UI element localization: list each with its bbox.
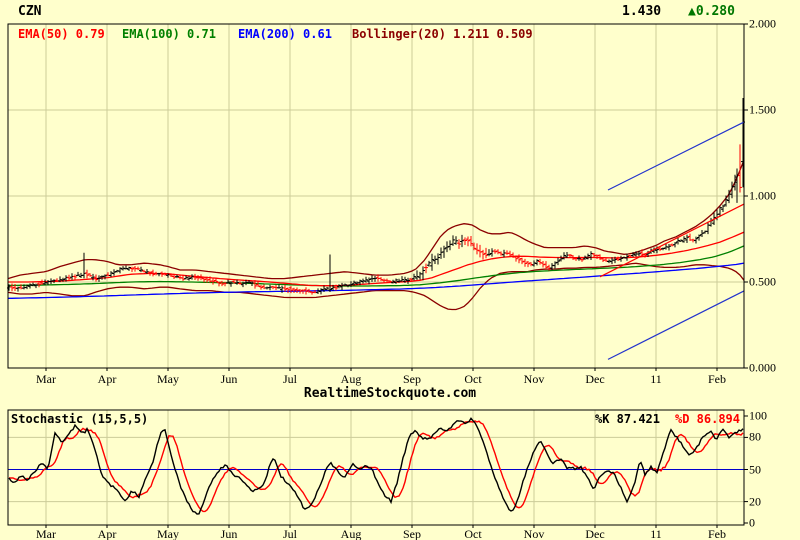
- x-axis-label-month: Mar: [36, 372, 56, 386]
- stoch-y-axis-label: 80: [749, 429, 761, 444]
- y-axis-label-price: 1.000: [749, 188, 776, 203]
- stoch-x-axis-label-month: Sep: [403, 527, 421, 540]
- x-axis-label-month: Sep: [403, 372, 421, 386]
- x-axis-label-month: Jun: [220, 372, 238, 386]
- y-axis-label-price: 1.500: [749, 102, 776, 117]
- y-axis-label-price: 2.000: [749, 16, 776, 31]
- ema100-line: [8, 245, 745, 287]
- stoch-x-axis-label-month: 11: [650, 527, 662, 540]
- stochastic-k-value: %K 87.421: [594, 412, 660, 426]
- ema200-line: [8, 262, 745, 299]
- stock-chart-page: CZN 1.430 ▲0.280 EMA(50) 0.79 EMA(100) 0…: [0, 0, 800, 540]
- stoch-x-axis-label-month: Oct: [464, 527, 482, 540]
- legend-bollinger: Bollinger(20) 1.211 0.509: [352, 27, 533, 41]
- stoch-x-axis-label-month: Dec: [585, 527, 605, 540]
- y-axis-label-price: 0.000: [749, 360, 776, 375]
- stoch-x-axis-label-month: Aug: [340, 527, 362, 540]
- x-axis-label-month: Apr: [97, 372, 117, 386]
- ticker-symbol: CZN: [18, 4, 42, 19]
- watermark: RealtimeStockquote.com: [303, 386, 477, 401]
- y-axis-label-price: 0.500: [749, 274, 776, 289]
- x-axis-label-month: 11: [650, 372, 662, 386]
- stoch-y-axis-label: 100: [749, 408, 767, 423]
- stochastic-d-value: %D 86.894: [674, 412, 740, 426]
- stoch-y-axis-label: 20: [749, 494, 761, 509]
- x-axis-label-month: Dec: [585, 372, 605, 386]
- x-axis-label-month: Aug: [340, 372, 362, 386]
- legend-ema200: EMA(200) 0.61: [238, 27, 332, 41]
- legend-ema100: EMA(100) 0.71: [122, 27, 216, 41]
- stoch-x-axis-label-month: Nov: [523, 527, 545, 540]
- x-axis-label-month: Jul: [282, 372, 298, 386]
- price-change: ▲0.280: [688, 4, 735, 19]
- stochastic-k-line: [8, 417, 744, 515]
- stoch-y-axis-label: 50: [749, 462, 761, 476]
- stoch-y-axis-label: 0: [749, 515, 755, 530]
- x-axis-label-month: Oct: [464, 372, 482, 386]
- legend-ema50: EMA(50) 0.79: [18, 27, 105, 41]
- stoch-x-axis-label-month: Apr: [97, 527, 117, 540]
- stoch-x-axis-label-month: Jun: [220, 527, 238, 540]
- stoch-x-axis-label-month: May: [157, 527, 179, 540]
- stoch-x-axis-label-month: Feb: [708, 527, 726, 540]
- stochastic-d-line: [9, 420, 744, 513]
- last-price: 1.430: [622, 4, 662, 19]
- x-axis-label-month: Feb: [708, 372, 726, 386]
- chart-canvas: [7, 23, 748, 528]
- stochastic-title: Stochastic (15,5,5): [11, 412, 149, 426]
- x-axis-label-month: Nov: [523, 372, 545, 386]
- x-axis-label-month: May: [157, 372, 179, 386]
- stoch-x-axis-label-month: Mar: [36, 527, 56, 540]
- stoch-x-axis-label-month: Jul: [282, 527, 298, 540]
